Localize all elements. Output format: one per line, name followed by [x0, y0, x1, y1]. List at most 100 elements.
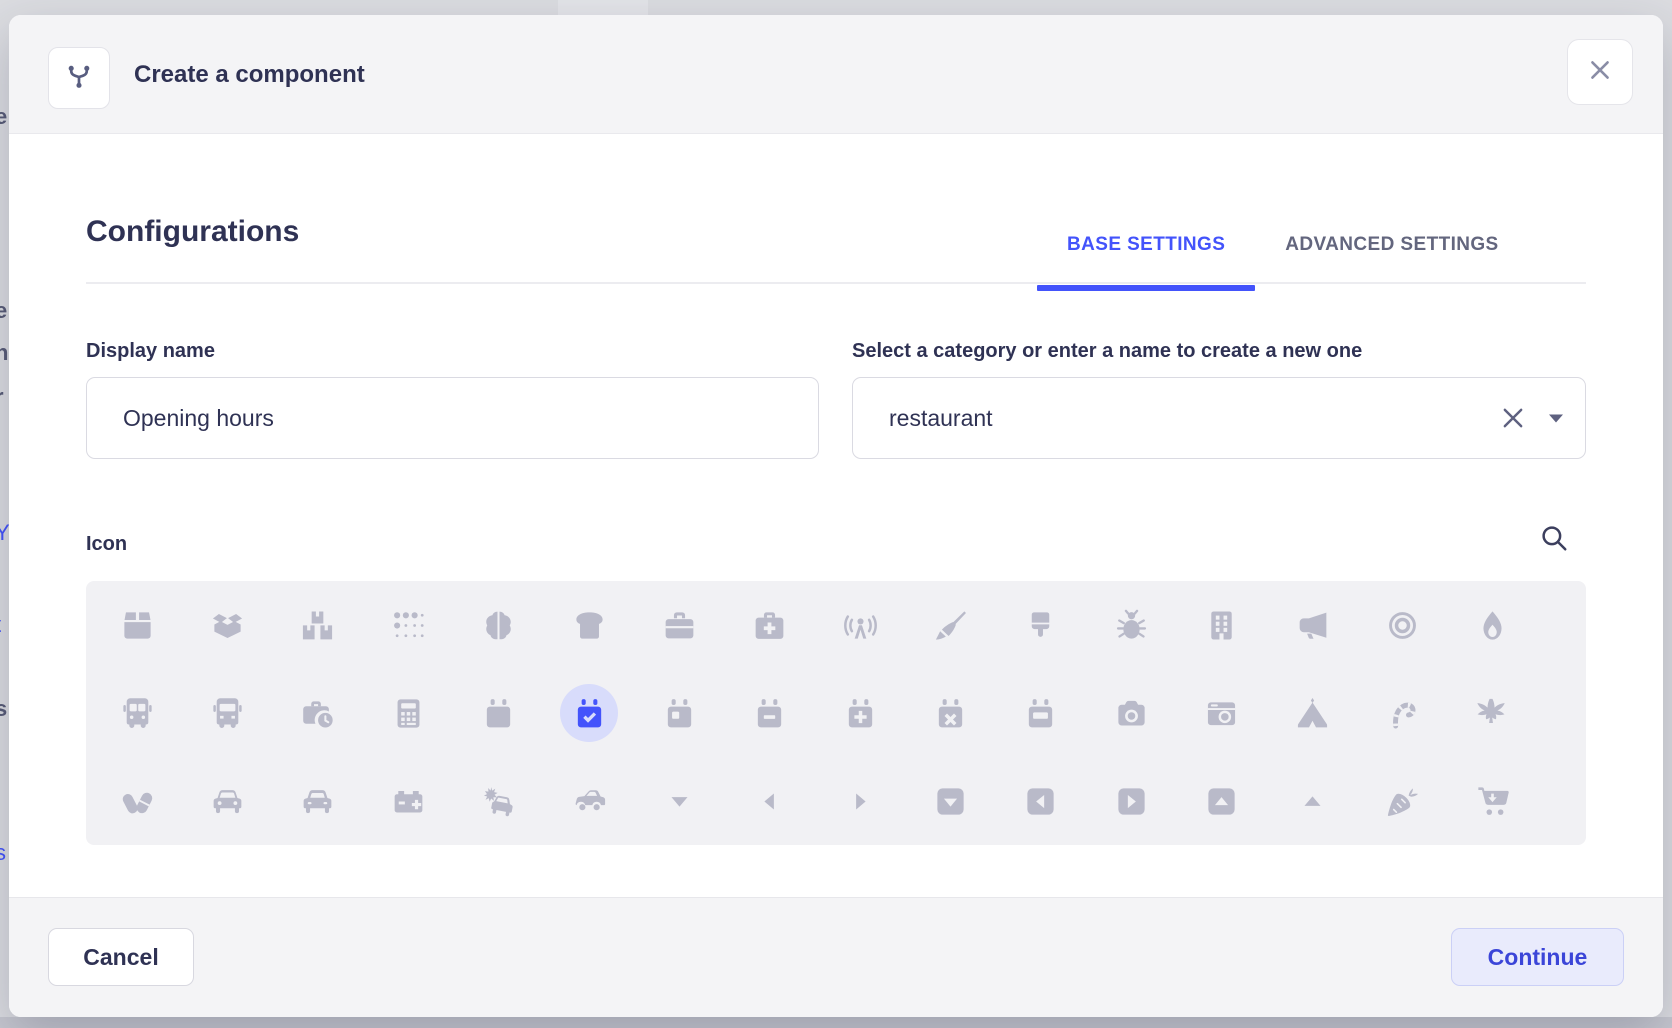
car-battery-icon	[391, 784, 426, 819]
building-icon	[1204, 608, 1239, 643]
calendar-times-icon	[933, 696, 968, 731]
icon-option-candy-cane[interactable]	[1357, 669, 1447, 757]
icon-option-bullseye[interactable]	[1357, 581, 1447, 669]
icon-option-brain[interactable]	[454, 581, 544, 669]
icon-option-box[interactable]	[92, 581, 182, 669]
boxes-icon	[300, 608, 335, 643]
caret-up-icon	[1295, 784, 1330, 819]
background-text-fragment: s	[0, 696, 7, 722]
icon-option-boxes[interactable]	[273, 581, 363, 669]
clear-category-icon[interactable]	[1499, 404, 1527, 432]
icon-option-building[interactable]	[1177, 581, 1267, 669]
burn-icon	[1475, 608, 1510, 643]
icon-option-caret-up[interactable]	[1267, 757, 1357, 845]
icon-option-briefcase-medical[interactable]	[725, 581, 815, 669]
icon-option-car-alt[interactable]	[273, 757, 363, 845]
icon-option-briefcase[interactable]	[634, 581, 724, 669]
settings-tabs: BASE SETTINGS ADVANCED SETTINGS	[1037, 205, 1529, 284]
continue-button[interactable]: Continue	[1451, 928, 1624, 986]
campground-icon	[1295, 696, 1330, 731]
calendar-minus-icon	[752, 696, 787, 731]
icon-option-calendar-times[interactable]	[905, 669, 995, 757]
calendar-week-icon	[1023, 696, 1058, 731]
icon-option-car-battery[interactable]	[363, 757, 453, 845]
component-branch-icon	[62, 59, 96, 98]
background-text-fragment: n	[0, 340, 8, 366]
icon-option-car-side[interactable]	[544, 757, 634, 845]
icon-option-caret-square-down[interactable]	[905, 757, 995, 845]
modal-header: Create a component	[9, 15, 1663, 134]
tab-advanced-settings[interactable]: ADVANCED SETTINGS	[1255, 205, 1528, 284]
icon-grid	[86, 581, 1586, 845]
icon-option-caret-left[interactable]	[725, 757, 815, 845]
icon-option-car[interactable]	[182, 757, 272, 845]
icon-option-capsules[interactable]	[92, 757, 182, 845]
icon-option-brush[interactable]	[996, 581, 1086, 669]
background-text-fragment: e	[0, 104, 7, 130]
tab-base-settings[interactable]: BASE SETTINGS	[1037, 205, 1255, 284]
background-text-fragment: r	[0, 384, 4, 410]
icon-option-bread-slice[interactable]	[544, 581, 634, 669]
icon-option-caret-square-up[interactable]	[1177, 757, 1267, 845]
create-component-modal: Create a component Configurations BASE S…	[9, 15, 1663, 1017]
bug-icon	[1114, 608, 1149, 643]
icon-option-braille[interactable]	[363, 581, 453, 669]
search-icon	[1539, 540, 1569, 557]
icon-option-camera-retro[interactable]	[1177, 669, 1267, 757]
icon-option-campground[interactable]	[1267, 669, 1357, 757]
display-name-label: Display name	[86, 340, 215, 363]
caret-right-icon	[843, 784, 878, 819]
display-name-input[interactable]	[86, 377, 819, 459]
icon-option-caret-right[interactable]	[815, 757, 905, 845]
icon-option-calendar-check[interactable]	[544, 669, 634, 757]
icon-option-caret-down[interactable]	[634, 757, 724, 845]
close-button[interactable]	[1567, 39, 1633, 105]
icon-option-calendar-week[interactable]	[996, 669, 1086, 757]
background-text-fragment: s	[0, 840, 6, 866]
bread-slice-icon	[572, 608, 607, 643]
icon-option-carrot[interactable]	[1357, 757, 1447, 845]
icon-option-bullhorn[interactable]	[1267, 581, 1357, 669]
bullseye-icon	[1385, 608, 1420, 643]
calendar-day-icon	[662, 696, 697, 731]
icon-option-cart-arrow-down[interactable]	[1448, 757, 1538, 845]
icon-option-camera[interactable]	[1086, 669, 1176, 757]
category-select-input[interactable]	[852, 377, 1586, 459]
car-crash-icon	[481, 784, 516, 819]
icon-option-burn[interactable]	[1448, 581, 1538, 669]
icon-option-cannabis[interactable]	[1448, 669, 1538, 757]
cart-arrow-down-icon	[1475, 784, 1510, 819]
icon-option-broom[interactable]	[905, 581, 995, 669]
icon-option-box-open[interactable]	[182, 581, 272, 669]
capsules-icon	[120, 784, 155, 819]
caret-down-icon	[662, 784, 697, 819]
background-text-fragment: Y	[0, 520, 9, 546]
background-top-strip	[558, 0, 648, 15]
background-text-fragment: e	[0, 298, 7, 324]
caret-square-down-icon	[933, 784, 968, 819]
icon-option-bus[interactable]	[92, 669, 182, 757]
icon-option-bug[interactable]	[1086, 581, 1176, 669]
icon-option-calculator[interactable]	[363, 669, 453, 757]
calendar-check-icon	[572, 696, 607, 731]
icon-option-calendar-plus[interactable]	[815, 669, 905, 757]
icon-option-car-crash[interactable]	[454, 757, 544, 845]
cannabis-icon	[1475, 696, 1510, 731]
brain-icon	[481, 608, 516, 643]
icon-option-business-time[interactable]	[273, 669, 363, 757]
modal-title: Create a component	[134, 15, 365, 134]
brush-icon	[1023, 608, 1058, 643]
icon-search-button[interactable]	[1539, 523, 1573, 557]
icon-option-calendar-minus[interactable]	[725, 669, 815, 757]
box-icon	[120, 608, 155, 643]
icon-option-caret-square-right[interactable]	[1086, 757, 1176, 845]
icon-option-broadcast-tower[interactable]	[815, 581, 905, 669]
icon-option-caret-square-left[interactable]	[996, 757, 1086, 845]
icon-option-calendar-day[interactable]	[634, 669, 724, 757]
icon-option-bus-alt[interactable]	[182, 669, 272, 757]
cancel-button[interactable]: Cancel	[48, 928, 194, 986]
car-side-icon	[572, 784, 607, 819]
modal-footer: Cancel Continue	[9, 897, 1663, 1017]
icon-option-calendar[interactable]	[454, 669, 544, 757]
category-dropdown-caret-icon[interactable]	[1547, 410, 1565, 426]
